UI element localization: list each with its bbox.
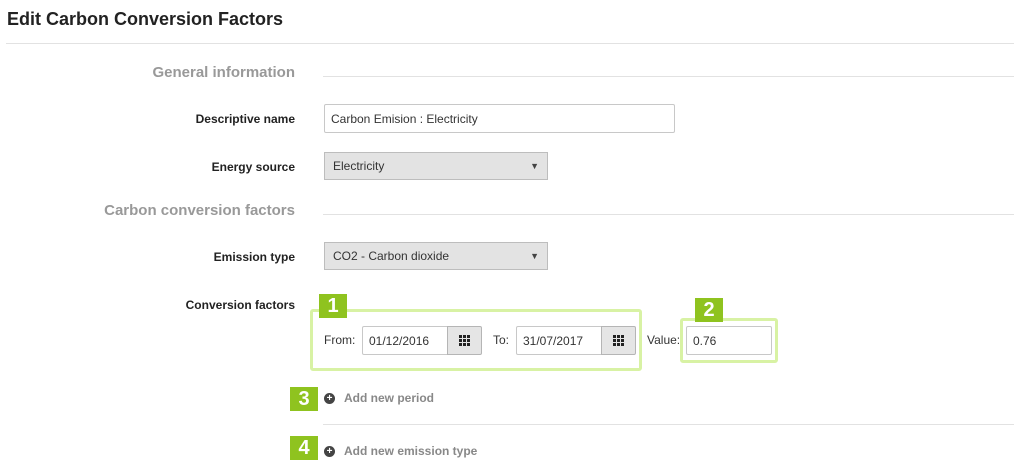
add-new-period-link[interactable]: + Add new period xyxy=(324,391,434,405)
from-calendar-button[interactable] xyxy=(447,326,482,355)
caret-down-icon: ▼ xyxy=(530,161,539,171)
emission-type-select[interactable]: CO2 - Carbon dioxide ▼ xyxy=(324,242,548,270)
calendar-grid-icon xyxy=(459,335,470,346)
from-label: From: xyxy=(324,333,356,347)
caret-down-icon: ▼ xyxy=(530,251,539,261)
section-divider-factors xyxy=(323,214,1014,215)
to-calendar-button[interactable] xyxy=(601,326,636,355)
section-heading-factors: Carbon conversion factors xyxy=(104,202,295,219)
add-new-period-label: Add new period xyxy=(344,391,434,405)
add-period-divider xyxy=(323,424,1014,425)
emission-type-value: CO2 - Carbon dioxide xyxy=(333,249,450,263)
section-heading-general: General information xyxy=(152,64,295,81)
section-divider-general xyxy=(323,76,1014,77)
plus-circle-icon: + xyxy=(324,392,335,404)
calendar-grid-icon xyxy=(613,335,624,346)
energy-source-select[interactable]: Electricity ▼ xyxy=(324,152,548,180)
step-badge-1: 1 xyxy=(319,294,347,318)
to-label: To: xyxy=(493,333,510,347)
step-badge-4: 4 xyxy=(290,436,318,460)
title-divider xyxy=(6,43,1014,44)
step-badge-2: 2 xyxy=(695,298,723,322)
conversion-factors-label: Conversion factors xyxy=(185,298,295,312)
emission-type-label: Emission type xyxy=(213,250,295,264)
add-new-emission-type-link[interactable]: + Add new emission type xyxy=(324,444,477,458)
to-date-input[interactable] xyxy=(516,326,602,355)
energy-source-value: Electricity xyxy=(333,159,385,173)
from-date-input[interactable] xyxy=(362,326,448,355)
page-title: Edit Carbon Conversion Factors xyxy=(7,9,284,29)
plus-circle-icon: + xyxy=(324,445,335,457)
descriptive-name-label: Descriptive name xyxy=(195,112,295,126)
add-new-emission-type-label: Add new emission type xyxy=(344,444,478,458)
energy-source-label: Energy source xyxy=(211,160,295,174)
descriptive-name-input[interactable] xyxy=(324,104,675,133)
step-badge-3: 3 xyxy=(290,387,318,411)
value-label: Value: xyxy=(647,333,681,347)
value-input[interactable] xyxy=(686,326,772,355)
